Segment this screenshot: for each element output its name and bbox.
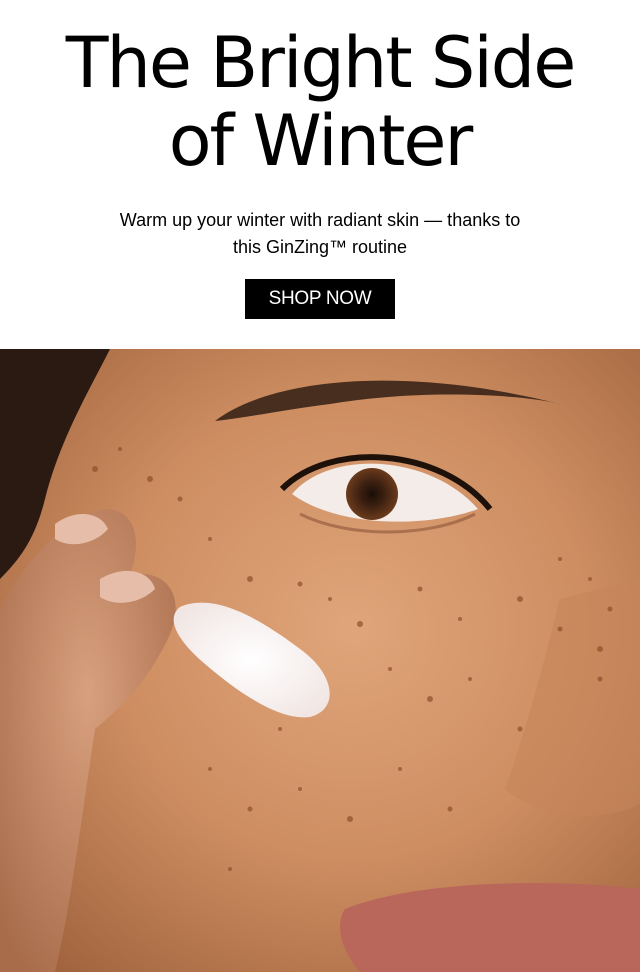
headline-line-2: of Winter [168,100,474,182]
iris [346,468,398,520]
hero-photo[interactable] [0,349,640,972]
shop-now-button[interactable]: SHOP NOW [245,279,395,319]
headline-line-1: The Bright Side [65,22,577,104]
face-photo-illustration [0,349,640,972]
hero-subtext: Warm up your winter with radiant skin — … [0,207,640,261]
page-title: The Bright Side of Winter [0,24,640,180]
subtext-line-2: this GinZing™ routine [232,237,408,257]
subtext-line-1: Warm up your winter with radiant skin — … [119,210,521,230]
hero-text-section: The Bright Side of Winter Warm up your w… [0,0,640,349]
